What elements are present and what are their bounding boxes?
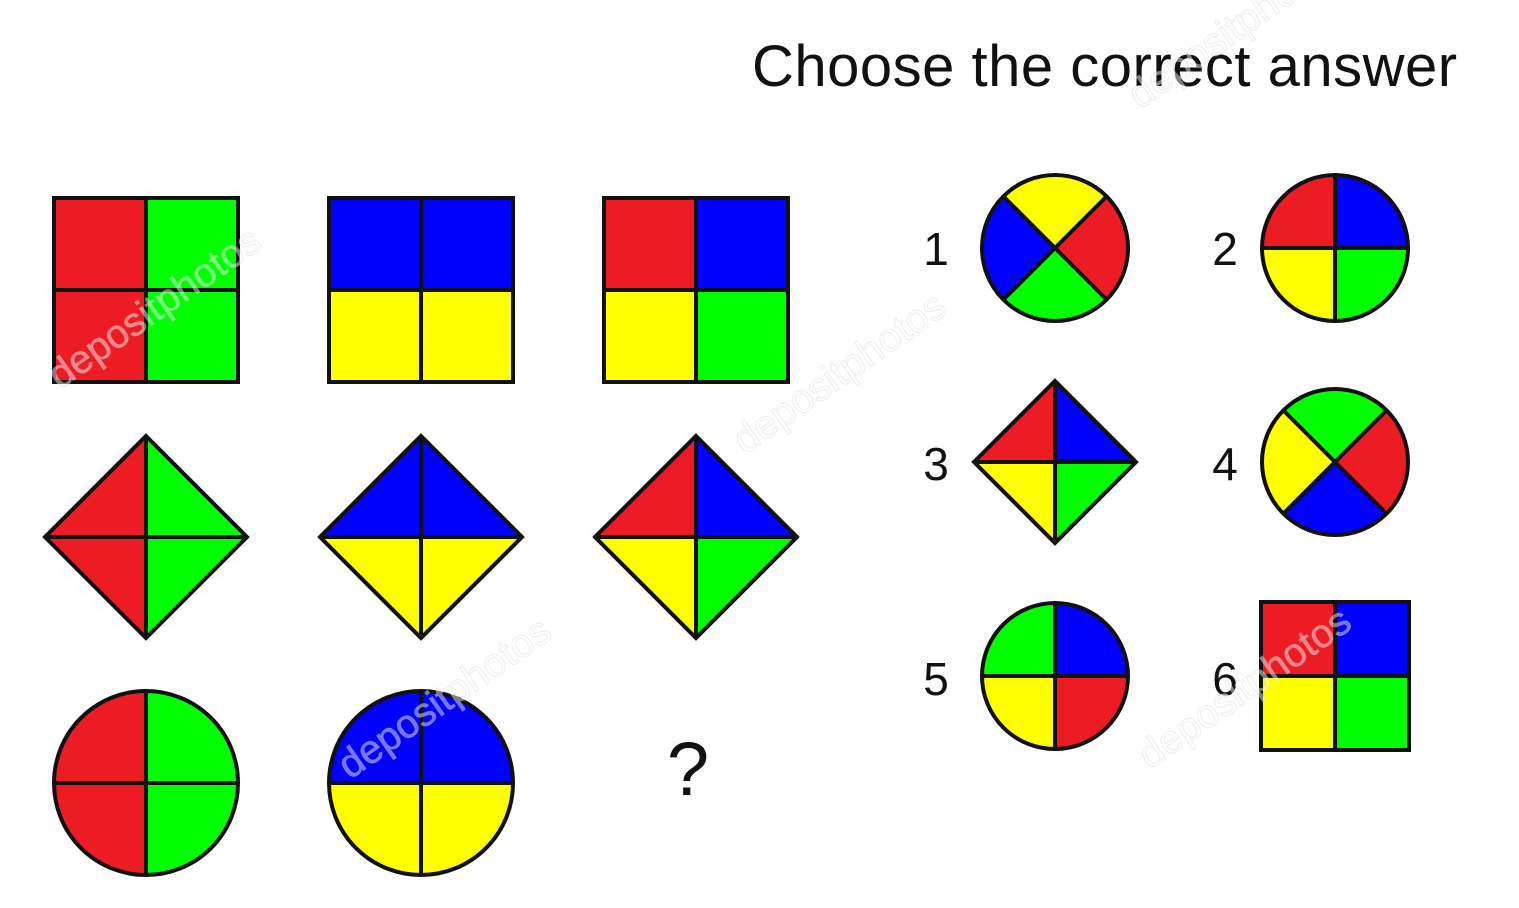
grid-r1c1-square-quadrant-2 xyxy=(146,198,238,290)
grid-r1c1-square-quadrant-1 xyxy=(54,198,146,290)
grid-r1c3-square-quadrant-4 xyxy=(696,290,788,382)
option-number-3: 3 xyxy=(923,438,949,490)
option-number-6: 6 xyxy=(1212,653,1238,705)
option-6-square-quadrant-2 xyxy=(1335,602,1409,676)
grid-r1c2-square-quadrant-2 xyxy=(421,198,513,290)
grid-r1c2-square-quadrant-3 xyxy=(329,290,421,382)
option-6-square-quadrant-3 xyxy=(1261,676,1335,750)
option-number-1: 1 xyxy=(923,223,949,275)
missing-answer-placeholder: ? xyxy=(666,727,710,812)
puzzle-figures xyxy=(42,173,1411,877)
option-number-2: 2 xyxy=(1212,223,1238,275)
option-number-5: 5 xyxy=(923,653,949,705)
grid-r1c3-square-quadrant-2 xyxy=(696,198,788,290)
option-6-square-quadrant-1 xyxy=(1261,602,1335,676)
grid-r1c3-square-quadrant-3 xyxy=(604,290,696,382)
puzzle-canvas: Choose the correct answer ? 1 2 3 4 5 6 … xyxy=(0,0,1519,908)
option-6-square-quadrant-4 xyxy=(1335,676,1409,750)
grid-r1c1-square-quadrant-3 xyxy=(54,290,146,382)
grid-r1c1-square-quadrant-4 xyxy=(146,290,238,382)
grid-r1c2-square-quadrant-4 xyxy=(421,290,513,382)
grid-r1c2-square-quadrant-1 xyxy=(329,198,421,290)
option-number-4: 4 xyxy=(1212,438,1238,490)
grid-r1c3-square-quadrant-1 xyxy=(604,198,696,290)
